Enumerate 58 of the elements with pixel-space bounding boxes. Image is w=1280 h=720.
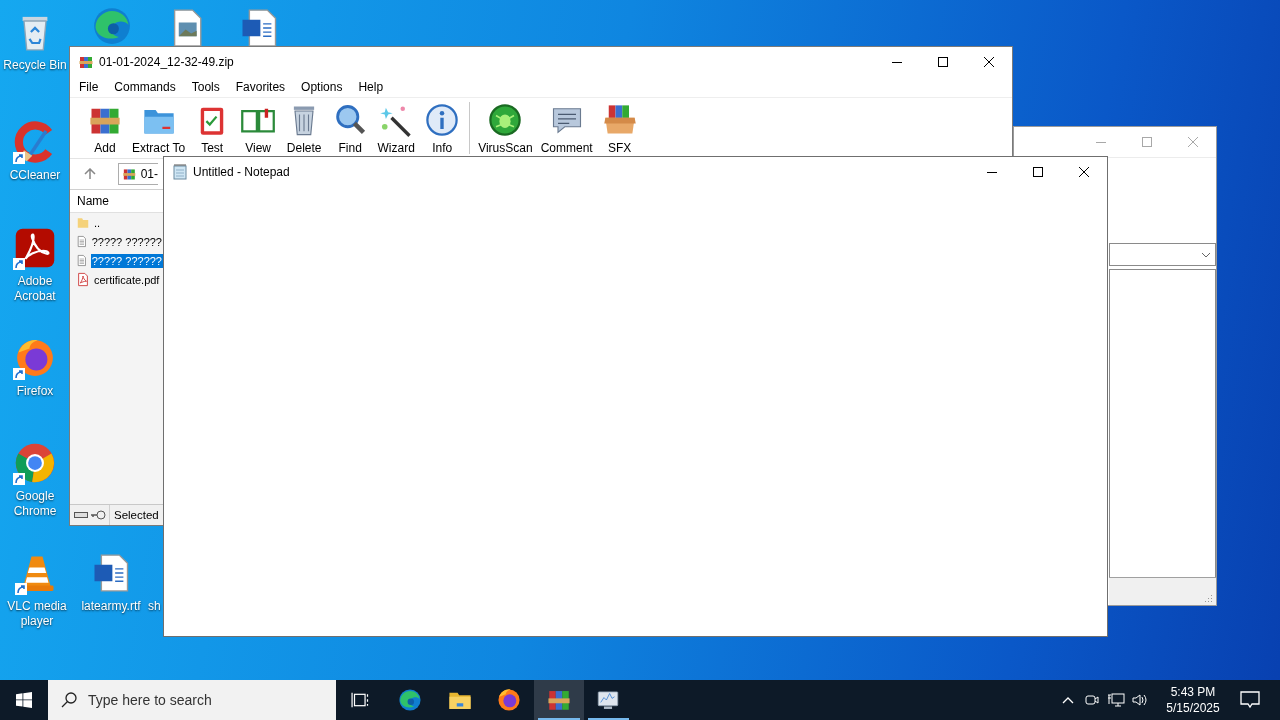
toolbar-button[interactable]: Extract To	[128, 101, 190, 155]
pdf-app-icon	[13, 226, 57, 270]
shortcut-arrow-icon	[13, 152, 25, 164]
books-icon	[78, 54, 94, 70]
clock-date[interactable]: 5/15/2025	[1166, 700, 1220, 716]
browser-icon	[13, 441, 57, 485]
toolbar-button[interactable]: Comment	[536, 101, 597, 155]
folder-icon	[76, 215, 90, 230]
up-arrow-icon[interactable]	[84, 168, 96, 180]
search-field[interactable]: Type here to search	[48, 680, 336, 720]
menu-item[interactable]: File	[71, 77, 107, 97]
chevron-down-icon	[1201, 251, 1211, 258]
menu-item[interactable]: Favorites	[227, 77, 294, 97]
dropdown[interactable]	[1109, 243, 1216, 266]
shortcut-arrow-icon	[13, 473, 25, 485]
maximize-icon	[1033, 167, 1043, 177]
menu-item[interactable]: Tools	[183, 77, 228, 97]
menu-item[interactable]: Options	[293, 77, 351, 97]
windows-logo-icon	[16, 692, 32, 708]
close-icon	[984, 57, 994, 67]
toolbar-button[interactable]: VirusScan	[474, 101, 537, 155]
text-file-icon	[76, 253, 88, 268]
shortcut-arrow-icon	[13, 258, 25, 270]
text-file-icon	[76, 234, 88, 249]
menu-item[interactable]: Commands	[106, 77, 184, 97]
pdf-file-icon	[76, 272, 90, 287]
toolbar-button[interactable]: Wizard	[373, 101, 420, 155]
toolbar-button[interactable]: Test	[189, 101, 236, 155]
info-icon	[424, 101, 461, 138]
clock-time[interactable]: 5:43 PM	[1170, 684, 1216, 700]
key-icon	[90, 510, 106, 520]
status-text: Selected	[113, 509, 159, 521]
bug-icon	[487, 101, 524, 138]
shortcut-arrow-icon	[15, 583, 27, 595]
books-icon	[122, 166, 137, 182]
window-title: 01-01-2024_12-32-49.zip	[99, 55, 234, 69]
window-title: Untitled - Notepad	[193, 165, 290, 179]
toolbar-button[interactable]: View	[235, 101, 282, 155]
notepad-icon	[172, 164, 188, 180]
maximize-icon	[938, 57, 948, 67]
drive-icon	[74, 511, 88, 519]
toolbar-button[interactable]: Delete	[281, 101, 328, 155]
toolbar-button[interactable]: SFX	[596, 101, 643, 155]
close-icon	[1188, 137, 1198, 147]
file-row[interactable]: certificate.pdf	[70, 270, 163, 289]
close-icon	[1079, 167, 1089, 177]
toolbar-button[interactable]: Add	[82, 101, 128, 155]
maximize-icon	[1142, 137, 1152, 147]
address-field[interactable]: 01-	[118, 163, 158, 185]
menu-item[interactable]: Help	[350, 77, 392, 97]
search-icon	[61, 692, 77, 708]
resize-grip-icon[interactable]	[1205, 594, 1213, 602]
toolbar-button[interactable]: Info	[419, 101, 466, 155]
file-row[interactable]: ..	[70, 213, 163, 232]
shortcut-arrow-icon	[13, 368, 25, 380]
column-header[interactable]: Name	[70, 190, 163, 213]
toolbar-button[interactable]: Find	[327, 101, 374, 155]
file-row[interactable]: ????? ??????	[70, 232, 163, 251]
